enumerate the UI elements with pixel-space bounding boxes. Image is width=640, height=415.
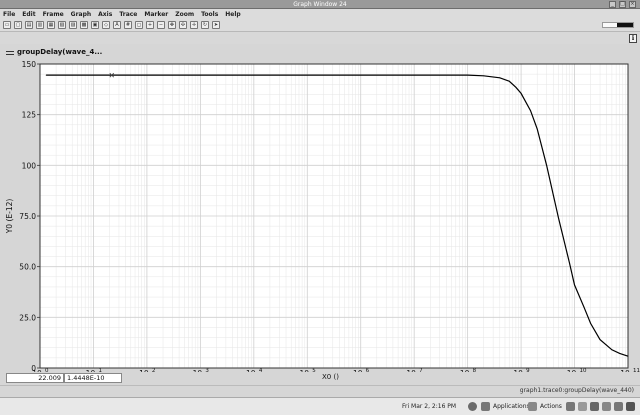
marker-icon[interactable]: ◇ [102, 21, 110, 29]
y-tick-label: 125 [22, 111, 37, 120]
label-icon[interactable]: A [113, 21, 121, 29]
save-icon[interactable]: ▥ [36, 21, 44, 29]
graph-icon[interactable]: ▧ [58, 21, 66, 29]
trace-point [200, 74, 201, 76]
trace-point [467, 74, 468, 76]
trace-point [515, 86, 517, 88]
pan-icon[interactable]: ✥ [168, 21, 176, 29]
y-axis-label: Y0 (E-12) [5, 199, 14, 235]
cursor-icon[interactable]: ➤ [212, 21, 220, 29]
trace-point [590, 323, 591, 324]
redraw-icon[interactable]: ↻ [201, 21, 209, 29]
menu-bar: File Edit Frame Graph Axis Trace Marker … [0, 9, 640, 19]
status-text: graph1.trace0:groupDelay(wave_440) [519, 387, 634, 394]
y-axis-ticks: 025.050.075.0100125150 [19, 60, 40, 372]
menu-zoom[interactable]: Zoom [175, 11, 194, 18]
menu-graph[interactable]: Graph [71, 11, 92, 18]
trace-name: groupDelay(wave_4... [17, 48, 103, 56]
trace-point [93, 74, 94, 76]
zoom-slider[interactable] [602, 22, 634, 28]
trace-point [558, 217, 559, 219]
print-icon[interactable]: ▭ [3, 21, 11, 29]
files-icon[interactable] [602, 402, 611, 411]
trace-point [536, 128, 538, 130]
trace-point [599, 339, 601, 340]
trace-point [520, 93, 522, 94]
trace-point [530, 110, 531, 111]
menu-help[interactable]: Help [225, 11, 240, 18]
menu-tools[interactable]: Tools [201, 11, 218, 18]
menu-trace[interactable]: Trace [119, 11, 137, 18]
window-title: Graph Window 24 [293, 1, 347, 8]
trace-icon[interactable]: ▩ [80, 21, 88, 29]
taskbar-applications[interactable]: Applications [493, 403, 530, 410]
taskbar-clock: Fri Mar 2, 2:16 PM [402, 403, 457, 410]
y-readout: 1.4448E-10 [64, 373, 122, 383]
trace-point [574, 284, 575, 286]
readout-row: 22.009 1.4448E-10 X0 () [0, 372, 640, 384]
trace-point [253, 74, 255, 76]
grid-icon[interactable]: # [124, 21, 132, 29]
browser-icon[interactable] [578, 402, 587, 411]
graph-window: Graph Window 24 _ □ × File Edit Frame Gr… [0, 0, 640, 415]
trace-point [583, 306, 585, 308]
trace-point [508, 80, 510, 82]
settings-icon[interactable] [626, 402, 635, 411]
zoom-in-icon[interactable]: + [146, 21, 154, 29]
actions-icon[interactable] [528, 402, 537, 411]
trace-point [146, 74, 148, 76]
open-icon[interactable]: ▤ [25, 21, 33, 29]
trace-point [499, 77, 501, 79]
new-window-icon[interactable]: ▢ [14, 21, 22, 29]
menu-frame[interactable]: Frame [43, 11, 64, 18]
trace-point [546, 164, 547, 166]
y-tick-label: 75.0 [19, 212, 36, 221]
taskbar-actions[interactable]: Actions [540, 403, 562, 410]
menu-file[interactable]: File [3, 11, 15, 18]
trace-point [45, 74, 47, 76]
trace-line-icon [6, 49, 14, 55]
crosshair-icon[interactable]: ✛ [190, 21, 198, 29]
minimize-icon[interactable]: _ [609, 1, 616, 8]
y-tick-label: 150 [22, 60, 37, 69]
apps-icon[interactable] [481, 402, 490, 411]
strip-icon[interactable]: ▨ [69, 21, 77, 29]
zoom-out-icon[interactable]: − [157, 21, 165, 29]
info-icon[interactable]: i [629, 34, 637, 43]
window-titlebar[interactable]: Graph Window 24 _ □ × [0, 0, 640, 9]
trace-point [569, 262, 570, 263]
terminal-icon[interactable] [566, 402, 575, 411]
trace-point [360, 74, 362, 76]
y-tick-label: 25.0 [19, 313, 36, 322]
menu-marker[interactable]: Marker [144, 11, 168, 18]
network-icon[interactable] [468, 402, 477, 411]
calc-icon[interactable] [614, 402, 623, 411]
menu-edit[interactable]: Edit [22, 11, 35, 18]
menu-axis[interactable]: Axis [98, 11, 112, 18]
trace-point [413, 74, 415, 76]
x-readout: 22.009 [6, 373, 64, 383]
y-tick-label: 50.0 [19, 263, 36, 272]
trace-point [611, 349, 613, 351]
maximize-icon[interactable]: □ [619, 1, 626, 8]
x-axis-label: X0 () [322, 373, 339, 381]
axis-icon[interactable]: ▣ [91, 21, 99, 29]
zoom-slider-fill [617, 23, 633, 27]
plot-area[interactable]: 025.050.075.0100125150 10010110210310410… [0, 56, 640, 372]
trace-point [627, 355, 629, 357]
zoom-fit-icon[interactable]: ◻ [135, 21, 143, 29]
info-bar: i [0, 32, 640, 44]
move-icon[interactable]: ✣ [179, 21, 187, 29]
taskbar: Fri Mar 2, 2:16 PM Applications Actions [0, 397, 640, 415]
trace-point [483, 75, 485, 77]
toolbar: ▭ ▢ ▤ ▥ ▦ ▧ ▨ ▩ ▣ ◇ A # ◻ + − ✥ ✣ ✛ ↻ ➤ [0, 19, 640, 32]
trace-point [306, 74, 308, 76]
y-tick-label: 100 [22, 161, 37, 170]
status-bar: graph1.trace0:groupDelay(wave_440) [0, 385, 640, 395]
trace-point [619, 353, 621, 354]
close-icon[interactable]: × [629, 1, 636, 8]
editor-icon[interactable] [590, 402, 599, 411]
copy-icon[interactable]: ▦ [47, 21, 55, 29]
